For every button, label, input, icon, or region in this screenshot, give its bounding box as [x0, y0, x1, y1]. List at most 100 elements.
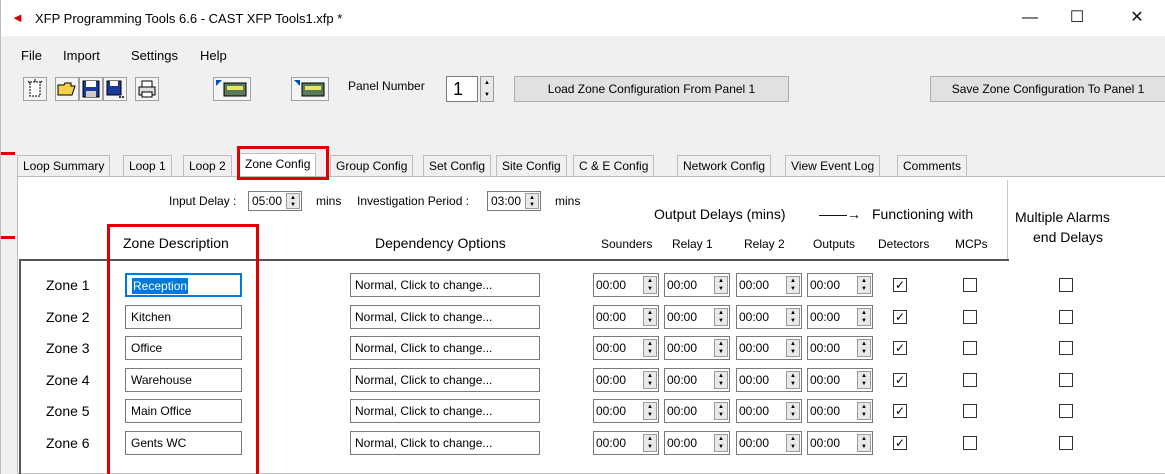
spin-down-icon[interactable]: ▼ [644, 411, 656, 419]
investigation-period-field[interactable]: 03:00 ▲ ▼ [487, 191, 541, 211]
relay1-delay-field[interactable]: 00:00 ▲ ▼ [664, 368, 730, 392]
spin-down-icon[interactable]: ▼ [644, 317, 656, 325]
spin-down-icon[interactable]: ▼ [858, 443, 870, 451]
relay2-delay-spinner[interactable]: ▲ ▼ [786, 339, 800, 357]
write-panel-icon[interactable] [291, 77, 329, 101]
spin-down-icon[interactable]: ▼ [715, 443, 727, 451]
detectors-checkbox[interactable]: ✓ [893, 278, 907, 292]
detectors-checkbox[interactable]: ✓ [893, 341, 907, 355]
sounders-delay-field[interactable]: 00:00 ▲ ▼ [593, 336, 659, 360]
panel-number-spinner[interactable]: ▲ ▼ [480, 76, 494, 102]
dependency-options-field[interactable]: Normal, Click to change... [350, 336, 540, 360]
relay2-delay-field[interactable]: 00:00 ▲ ▼ [736, 368, 802, 392]
spin-down-icon[interactable]: ▼ [858, 380, 870, 388]
zone-description-field[interactable]: Reception [125, 273, 242, 297]
mcps-checkbox[interactable] [963, 310, 977, 324]
sounders-delay-spinner[interactable]: ▲ ▼ [643, 308, 657, 326]
relay2-delay-field[interactable]: 00:00 ▲ ▼ [736, 305, 802, 329]
sounders-delay-field[interactable]: 00:00 ▲ ▼ [593, 305, 659, 329]
input-delay-field[interactable]: 05:00 ▲ ▼ [248, 191, 302, 211]
relay2-delay-spinner[interactable]: ▲ ▼ [786, 276, 800, 294]
outputs-delay-spinner[interactable]: ▲ ▼ [857, 402, 871, 420]
tab-ce-config[interactable]: C & E Config [573, 155, 655, 177]
spin-down-icon[interactable]: ▼ [787, 443, 799, 451]
outputs-delay-field[interactable]: 00:00 ▲ ▼ [807, 368, 873, 392]
outputs-delay-field[interactable]: 00:00 ▲ ▼ [807, 273, 873, 297]
relay1-delay-spinner[interactable]: ▲ ▼ [714, 276, 728, 294]
spin-down-icon[interactable]: ▼ [715, 380, 727, 388]
multiple-checkbox[interactable] [1059, 404, 1073, 418]
zone-description-field[interactable]: Gents WC [125, 431, 242, 455]
multiple-checkbox[interactable] [1059, 278, 1073, 292]
menu-file[interactable]: File [21, 48, 42, 63]
outputs-delay-field[interactable]: 00:00 ▲ ▼ [807, 305, 873, 329]
relay1-delay-field[interactable]: 00:00 ▲ ▼ [664, 399, 730, 423]
input-delay-spinner[interactable]: ▲ ▼ [286, 193, 300, 209]
multiple-checkbox[interactable] [1059, 373, 1073, 387]
zone-description-field[interactable]: Warehouse [125, 368, 242, 392]
print-icon[interactable] [135, 77, 159, 101]
maximize-button[interactable]: ☐ [1054, 4, 1100, 32]
tab-site-config[interactable]: Site Config [496, 155, 567, 177]
relay1-delay-spinner[interactable]: ▲ ▼ [714, 371, 728, 389]
menu-import[interactable]: Import [63, 48, 100, 63]
spin-down-icon[interactable]: ▼ [787, 285, 799, 293]
mcps-checkbox[interactable] [963, 436, 977, 450]
multiple-checkbox[interactable] [1059, 310, 1073, 324]
tab-zone-config[interactable]: Zone Config [239, 153, 317, 177]
load-zone-config-button[interactable]: Load Zone Configuration From Panel 1 [514, 76, 789, 102]
relay1-delay-field[interactable]: 00:00 ▲ ▼ [664, 431, 730, 455]
outputs-delay-field[interactable]: 00:00 ▲ ▼ [807, 431, 873, 455]
spin-down-icon[interactable]: ▼ [715, 285, 727, 293]
menu-help[interactable]: Help [200, 48, 227, 63]
relay1-delay-field[interactable]: 00:00 ▲ ▼ [664, 336, 730, 360]
spin-down-icon[interactable]: ▼ [858, 317, 870, 325]
relay1-delay-spinner[interactable]: ▲ ▼ [714, 308, 728, 326]
tab-network-config[interactable]: Network Config [677, 155, 772, 177]
spin-down-icon[interactable]: ▼ [481, 89, 493, 101]
open-folder-icon[interactable] [55, 77, 79, 101]
relay2-delay-spinner[interactable]: ▲ ▼ [786, 308, 800, 326]
sounders-delay-field[interactable]: 00:00 ▲ ▼ [593, 399, 659, 423]
spin-down-icon[interactable]: ▼ [715, 348, 727, 356]
spin-down-icon[interactable]: ▼ [644, 285, 656, 293]
sounders-delay-spinner[interactable]: ▲ ▼ [643, 276, 657, 294]
spin-down-icon[interactable]: ▼ [644, 380, 656, 388]
sounders-delay-spinner[interactable]: ▲ ▼ [643, 371, 657, 389]
spin-down-icon[interactable]: ▼ [858, 285, 870, 293]
tab-group-config[interactable]: Group Config [330, 155, 414, 177]
outputs-delay-spinner[interactable]: ▲ ▼ [857, 371, 871, 389]
detectors-checkbox[interactable]: ✓ [893, 436, 907, 450]
sounders-delay-spinner[interactable]: ▲ ▼ [643, 339, 657, 357]
dependency-options-field[interactable]: Normal, Click to change... [350, 368, 540, 392]
new-icon[interactable] [23, 77, 47, 101]
relay1-delay-field[interactable]: 00:00 ▲ ▼ [664, 305, 730, 329]
mcps-checkbox[interactable] [963, 278, 977, 292]
save-icon[interactable] [79, 77, 103, 101]
relay2-delay-spinner[interactable]: ▲ ▼ [786, 402, 800, 420]
spin-down-icon[interactable]: ▼ [644, 443, 656, 451]
relay1-delay-field[interactable]: 00:00 ▲ ▼ [664, 273, 730, 297]
detectors-checkbox[interactable]: ✓ [893, 404, 907, 418]
detectors-checkbox[interactable]: ✓ [893, 373, 907, 387]
investigation-period-spinner[interactable]: ▲ ▼ [525, 193, 539, 209]
outputs-delay-field[interactable]: 00:00 ▲ ▼ [807, 336, 873, 360]
detectors-checkbox[interactable]: ✓ [893, 310, 907, 324]
spin-up-icon[interactable]: ▲ [481, 77, 493, 89]
minimize-button[interactable]: — [1007, 4, 1053, 32]
tab-loop-2[interactable]: Loop 2 [183, 155, 232, 177]
spin-down-icon[interactable]: ▼ [644, 348, 656, 356]
panel-number-input[interactable]: 1 [446, 76, 478, 102]
zone-description-field[interactable]: Main Office [125, 399, 242, 423]
outputs-delay-spinner[interactable]: ▲ ▼ [857, 276, 871, 294]
relay2-delay-field[interactable]: 00:00 ▲ ▼ [736, 336, 802, 360]
sounders-delay-spinner[interactable]: ▲ ▼ [643, 402, 657, 420]
spin-down-icon[interactable]: ▼ [787, 380, 799, 388]
spin-down-icon[interactable]: ▼ [858, 348, 870, 356]
relay1-delay-spinner[interactable]: ▲ ▼ [714, 339, 728, 357]
multiple-checkbox[interactable] [1059, 436, 1073, 450]
spin-down-icon[interactable]: ▼ [787, 411, 799, 419]
sounders-delay-field[interactable]: 00:00 ▲ ▼ [593, 273, 659, 297]
relay2-delay-field[interactable]: 00:00 ▲ ▼ [736, 399, 802, 423]
menu-settings[interactable]: Settings [131, 48, 178, 63]
